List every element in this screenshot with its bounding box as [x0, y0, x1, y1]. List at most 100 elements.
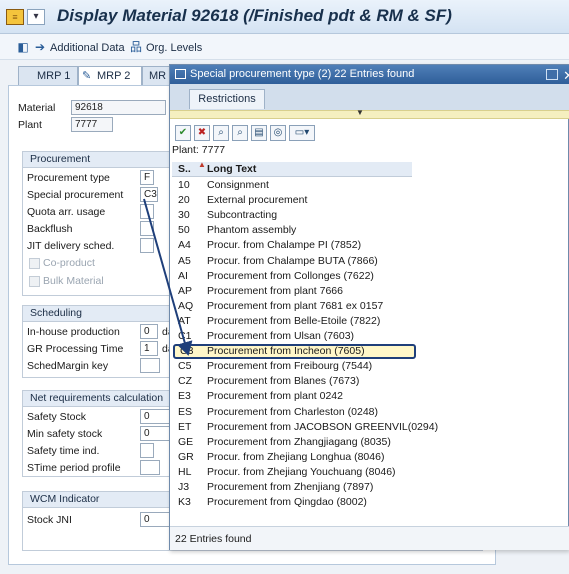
procurement-type-label: Procurement type [27, 172, 110, 184]
safety-time-label: Safety time ind. [27, 445, 100, 457]
row-code: CZ [178, 375, 192, 388]
list-item-selected[interactable]: C3 Procurement from Incheon (7605) [173, 344, 416, 360]
row-long-text: Procurement from plant 0242 [207, 390, 343, 403]
find-next-icon[interactable]: ⌕ [232, 125, 248, 141]
tab-mrp-1[interactable]: MRP 1 [18, 66, 78, 86]
list-item[interactable]: GR Procur. from Zhejiang Longhua (8046) [172, 450, 412, 465]
tab-label: MRP 1 [37, 70, 71, 82]
plant-restriction-text: Plant: 7777 [172, 144, 226, 156]
print-list-icon[interactable]: ▭▾ [289, 125, 315, 141]
close-icon[interactable]: ✕ [563, 66, 569, 85]
hit-list-header: S.. ▲ Long Text [172, 160, 412, 177]
row-long-text: Procurement from plant 7681 ex 0157 [207, 299, 384, 312]
edit-icon: ✎ [82, 70, 92, 82]
row-long-text: Procur. from Zhejiang Longhua (8046) [207, 450, 385, 463]
row-long-text: Procurement from Freibourg (7544) [207, 360, 373, 373]
row-long-text: Procurement from Zhenjiang (7897) [207, 481, 374, 493]
list-item[interactable]: 50 Phantom assembly [172, 223, 412, 238]
row-long-text: Procurement from Incheon (7605) [207, 345, 365, 358]
quota-usage-label: Quota arr. usage [27, 206, 106, 218]
info-icon[interactable]: ◎ [270, 125, 286, 141]
list-item[interactable]: C1 Procurement from Ulsan (7603) [172, 329, 412, 344]
list-item[interactable]: 20 External procurement [172, 193, 412, 208]
list-item[interactable]: AI Procurement from Collonges (7622) [172, 269, 412, 284]
popup-title: Special procurement type (2) 22 Entries … [190, 68, 415, 80]
cancel-icon[interactable]: ✖ [194, 125, 210, 141]
material-label: Material [18, 102, 56, 114]
row-long-text: Consignment [207, 179, 269, 191]
tab-label: MR [149, 70, 167, 82]
row-code: A5 [178, 254, 191, 267]
jit-delivery-field[interactable] [140, 238, 154, 253]
list-item[interactable]: AP Procurement from plant 7666 [172, 284, 412, 299]
row-code: ES [178, 405, 193, 418]
list-item[interactable]: A4 Procur. from Chalampe PI (7852) [172, 238, 412, 253]
list-item[interactable]: ES Procurement from Charleston (0248) [172, 405, 412, 420]
list-item[interactable]: C5 Procurement from Freibourg (7544) [172, 359, 412, 374]
special-procurement-label: Special procurement [27, 189, 124, 201]
transaction-icon[interactable]: ≡ [6, 9, 24, 25]
list-item[interactable]: GE Procurement from Zhangjiagang (8035) [172, 435, 412, 450]
title-bar: ≡ ▾ Display Material 92618 (/Finished pd… [0, 0, 569, 34]
additional-data-label: Additional Data [50, 42, 125, 54]
filter-icon[interactable]: ▤ [251, 125, 267, 141]
row-code: 30 [178, 209, 190, 222]
row-code: HL [178, 465, 192, 478]
stock-jni-label: Stock JNI [27, 514, 72, 526]
row-long-text: Procurement from Blanes (7673) [207, 375, 360, 388]
co-product-checkbox[interactable] [29, 258, 40, 269]
list-item[interactable]: E3 Procurement from plant 0242 [172, 389, 412, 404]
restrictions-collapse-strip[interactable]: ▼ [170, 108, 569, 119]
procurement-type-field[interactable]: F [140, 170, 154, 185]
row-code: AI [178, 269, 188, 282]
hierarchy-icon: 品 [129, 40, 142, 54]
list-item[interactable]: A5 Procur. from Chalampe BUTA (7866) [172, 254, 412, 269]
list-item[interactable]: AQ Procurement from plant 7681 ex 0157 [172, 299, 412, 314]
menu-dropdown-icon[interactable]: ▾ [27, 9, 45, 25]
row-long-text: Procurement from Ulsan (7603) [207, 330, 355, 342]
row-code: AQ [178, 299, 194, 312]
org-levels-button[interactable]: 品 Org. Levels [129, 39, 202, 55]
expand-arrow-icon[interactable]: ▼ [356, 108, 364, 117]
tab-restrictions[interactable]: Restrictions [189, 89, 265, 109]
schedmargin-field[interactable] [140, 358, 160, 373]
list-item[interactable]: 30 Subcontracting [172, 208, 412, 223]
safety-time-field[interactable] [140, 443, 154, 458]
bulk-material-checkbox[interactable] [29, 276, 40, 287]
minimize-button[interactable] [546, 69, 558, 80]
inhouse-production-field[interactable]: 0 [140, 324, 158, 339]
row-code: E3 [178, 390, 191, 403]
popup-tab-bar: Restrictions [170, 84, 569, 110]
additional-data-button[interactable]: ◧ ➔ Additional Data [16, 39, 125, 55]
column-header-code[interactable]: S.. [178, 162, 191, 177]
row-code: J3 [178, 481, 190, 493]
list-item[interactable]: CZ Procurement from Blanes (7673) [172, 374, 412, 389]
value-help-popup: Special procurement type (2) 22 Entries … [169, 64, 569, 550]
column-header-long-text[interactable]: Long Text [207, 162, 256, 177]
row-long-text: Procur. from Chalampe BUTA (7866) [207, 254, 378, 267]
jit-delivery-label: JIT delivery sched. [27, 240, 115, 252]
plant-label: Plant [18, 119, 42, 131]
row-code: AT [178, 314, 191, 327]
tab-label: MRP 2 [97, 70, 131, 82]
find-icon[interactable]: ⌕ [213, 125, 229, 141]
backflush-field[interactable] [140, 221, 154, 236]
list-item[interactable]: AT Procurement from Belle-Etoile (7822) [172, 314, 412, 329]
list-item[interactable]: J3 Procurement from Zhenjiang (7897) [172, 480, 412, 495]
list-item[interactable]: ET Procurement from JACOBSON GREENVIL(029… [172, 420, 438, 435]
list-item[interactable]: HL Procur. from Zhejiang Youchuang (8046) [172, 465, 412, 480]
list-item[interactable]: 10 Consignment [172, 178, 412, 193]
tab-mrp-2[interactable]: ✎ MRP 2 [78, 66, 142, 86]
stime-profile-field[interactable] [140, 460, 160, 475]
row-long-text: Procurement from Zhangjiagang (8035) [207, 435, 391, 448]
material-field[interactable]: 92618 [71, 100, 166, 115]
schedmargin-label: SchedMargin key [27, 360, 109, 372]
bulk-material-label: Bulk Material [43, 275, 104, 287]
gr-processing-field[interactable]: 1 [140, 341, 158, 356]
special-procurement-field[interactable]: C3 [140, 187, 158, 202]
quota-usage-field[interactable] [140, 204, 154, 219]
list-item[interactable]: K3 Procurement from Qingdao (8002) [172, 495, 412, 510]
plant-field[interactable]: 7777 [71, 117, 113, 132]
check-icon[interactable]: ✔ [175, 125, 191, 141]
row-long-text: Procurement from Collonges (7622) [207, 269, 374, 282]
